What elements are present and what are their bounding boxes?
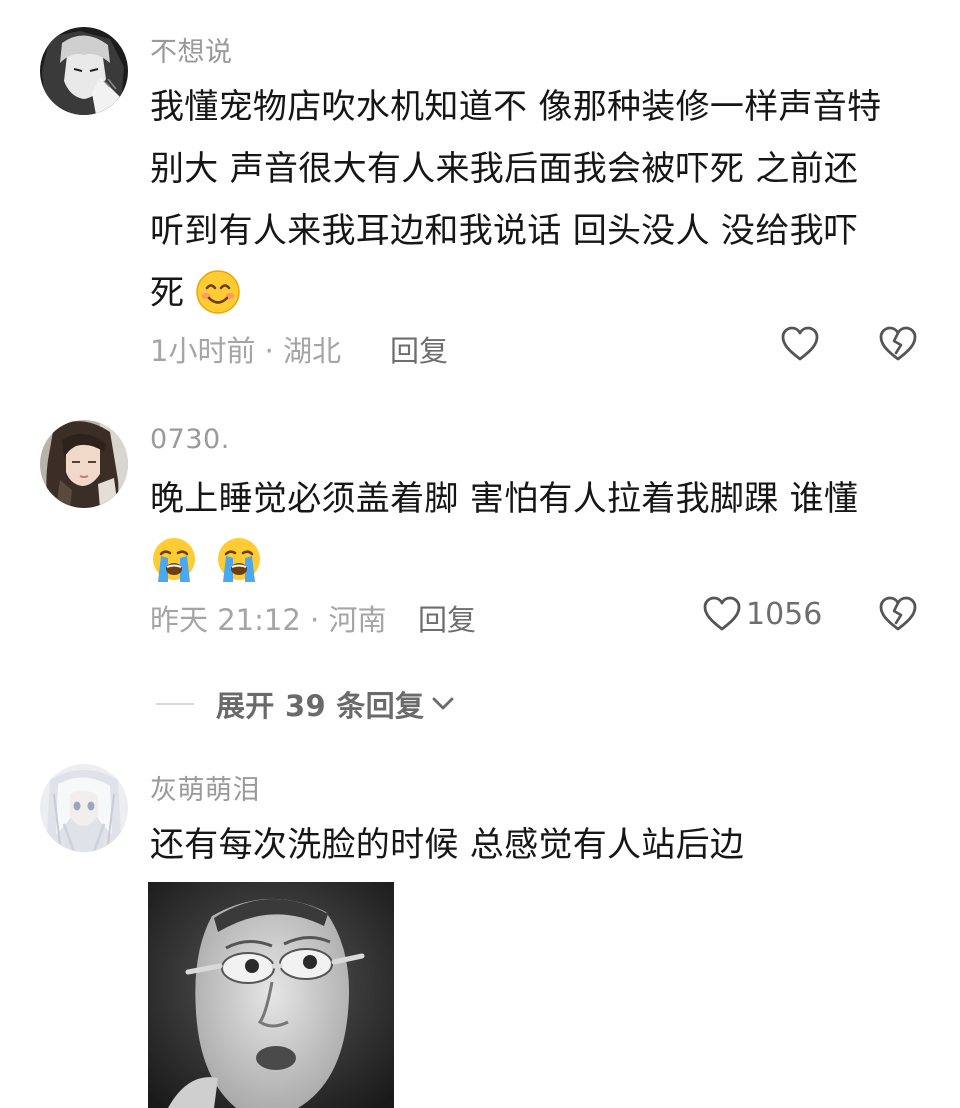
comment-meta: 昨天 21:12 · 河南 — [150, 603, 387, 637]
expand-divider — [156, 703, 194, 705]
comment-text-last-line: 死 — [150, 262, 922, 324]
avatar[interactable] — [40, 27, 128, 115]
reply-button[interactable]: 回复 — [390, 328, 448, 370]
smiling-emoji-icon — [195, 269, 241, 315]
avatar-image — [40, 420, 128, 508]
heart-icon — [781, 326, 819, 361]
comment-emoji-row — [150, 530, 922, 592]
username[interactable]: 不想说 — [150, 30, 233, 69]
username[interactable]: 灰萌萌泪 — [150, 768, 260, 807]
comment-text: 我懂宠物店吹水机知道不 像那种装修一样声音特 别大 声音很大有人来我后面我会被吓… — [150, 76, 922, 324]
broken-heart-icon — [879, 326, 917, 361]
comment-item: 不想说 我懂宠物店吹水机知道不 像那种装修一样声音特 别大 声音很大有人来我后面… — [0, 0, 960, 400]
comment-meta: 1小时前 · 湖北 — [150, 334, 342, 368]
comment-item: 0730. 晚上睡觉必须盖着脚 害怕有人拉着我脚踝 谁懂 昨天 21:12 · … — [0, 400, 960, 660]
username[interactable]: 0730. — [150, 424, 230, 455]
avatar-image — [40, 27, 128, 115]
sticker-image — [148, 882, 394, 1108]
dislike-button[interactable] — [878, 595, 918, 633]
chevron-down-icon — [430, 693, 456, 717]
comment-text: 晚上睡觉必须盖着脚 害怕有人拉着我脚踝 谁懂 — [150, 468, 922, 592]
comment-text-line: 听到有人来我耳边和我说话 回头没人 没给我吓 — [150, 211, 859, 251]
expand-replies-label: 展开 39 条回复 — [216, 689, 425, 723]
expand-replies-button[interactable]: 展开 39 条回复 — [156, 683, 456, 725]
comment-text-line: 别大 声音很大有人来我后面我会被吓死 之前还 — [150, 149, 859, 189]
avatar-image — [40, 764, 128, 852]
comment-text-line: 我懂宠物店吹水机知道不 像那种装修一样声音特 — [150, 87, 882, 127]
avatar[interactable] — [40, 420, 128, 508]
like-button[interactable]: 1056 — [702, 595, 822, 633]
broken-heart-icon — [879, 596, 917, 631]
comment-text-line: 还有每次洗脸的时候 总感觉有人站后边 — [150, 825, 745, 865]
scared-face-meme-sticker[interactable] — [148, 882, 394, 1108]
loudly-crying-emoji-icon — [215, 536, 263, 584]
comment-item: 灰萌萌泪 还有每次洗脸的时候 总感觉有人站后边 — [0, 750, 960, 1108]
comment-text: 还有每次洗脸的时候 总感觉有人站后边 — [150, 814, 922, 876]
comment-text-line: 晚上睡觉必须盖着脚 害怕有人拉着我脚踝 谁懂 — [150, 479, 859, 519]
reply-button[interactable]: 回复 — [418, 597, 476, 639]
avatar[interactable] — [40, 764, 128, 852]
heart-icon — [703, 596, 741, 631]
comment-text-line: 死 — [150, 273, 185, 313]
loudly-crying-emoji-icon — [150, 536, 198, 584]
like-button[interactable] — [780, 325, 824, 363]
like-count: 1056 — [746, 596, 823, 632]
dislike-button[interactable] — [878, 325, 918, 363]
